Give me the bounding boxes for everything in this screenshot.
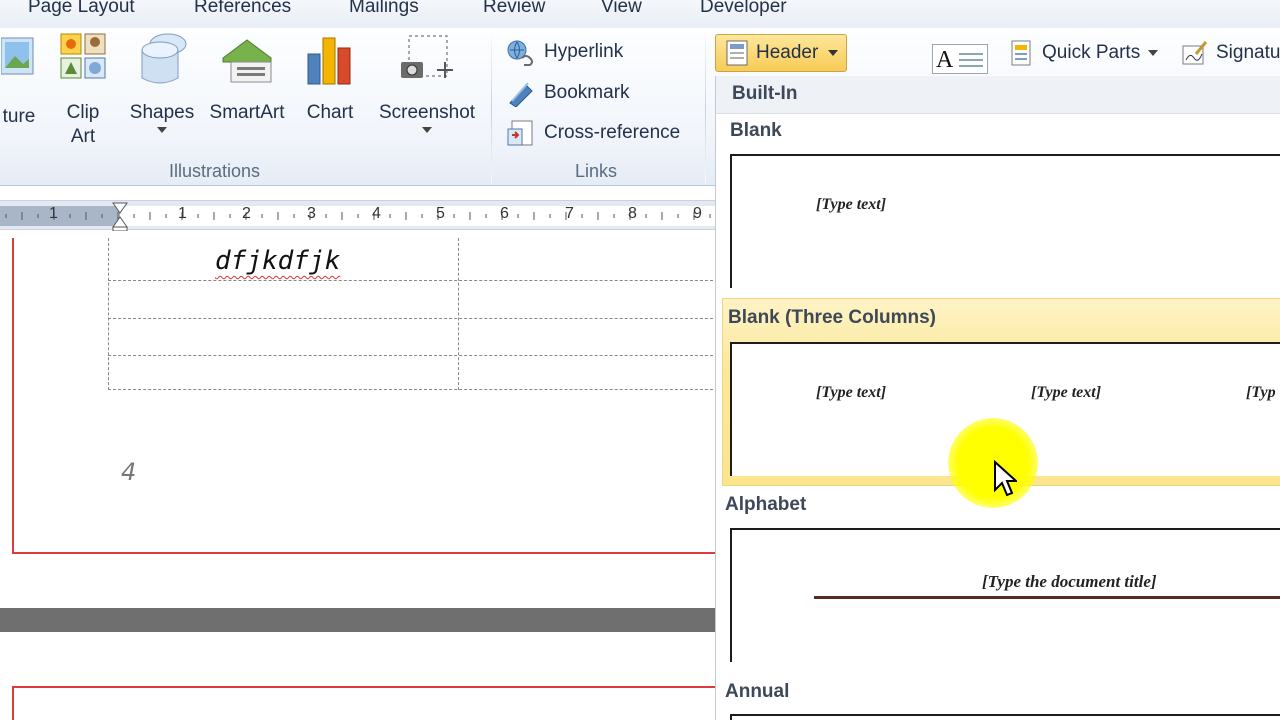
tab-references[interactable]: References (194, 0, 291, 18)
hyperlink-button[interactable]: Hyperlink (506, 37, 623, 67)
document-text[interactable]: dfjkdfjk (215, 246, 340, 276)
chart-label: Chart (306, 102, 354, 123)
picture-icon (0, 37, 34, 75)
tab-view[interactable]: View (601, 0, 642, 18)
hyperlink-icon (507, 40, 533, 66)
cross-reference-icon (507, 120, 533, 146)
page-number: 4 (121, 458, 137, 486)
placeholder-text: [Type text] (816, 384, 887, 401)
table-row-divider (108, 355, 715, 356)
gallery-item-three-columns-title[interactable]: Blank (Three Columns) (728, 307, 936, 329)
cross-reference-button[interactable]: Cross-reference (506, 118, 680, 148)
smartart-icon (222, 39, 272, 83)
group-separator (491, 34, 492, 184)
ruler-label: 9 (693, 205, 702, 222)
table-column-divider (458, 238, 459, 390)
ruler-label-left: 1 (49, 205, 58, 222)
placeholder-title-text: [Type the document title] (982, 572, 1157, 591)
bookmark-label: Bookmark (544, 82, 630, 103)
bookmark-button[interactable]: Bookmark (506, 78, 630, 108)
word-window: Page Layout References Mailings Review V… (0, 0, 1280, 720)
chart-icon (307, 37, 351, 85)
ruler-label: 2 (242, 205, 251, 222)
placeholder-text: [Typ (1246, 384, 1276, 401)
document-area[interactable]: dfjkdfjk 4 (0, 238, 715, 720)
picture-button[interactable]: ture (0, 32, 42, 129)
signature-line-label: Signatu (1216, 42, 1280, 63)
mouse-cursor-icon (994, 460, 1017, 497)
tab-developer[interactable]: Developer (700, 0, 787, 18)
ruler-label: 3 (307, 205, 316, 222)
text-box-glyph: A (936, 47, 954, 73)
signature-line-button[interactable]: Signatu (1182, 38, 1280, 68)
picture-label: ture (2, 106, 36, 127)
ribbon-tab-bar: Page Layout References Mailings Review V… (0, 0, 1280, 28)
tab-page-layout[interactable]: Page Layout (28, 0, 135, 18)
illustrations-group-label: Illustrations (169, 161, 261, 181)
gallery-item-blank-preview[interactable]: [Type text] (730, 154, 1280, 288)
quick-parts-dropdown-arrow-icon (1148, 50, 1159, 56)
table-row-divider (108, 280, 715, 281)
page-gap (0, 608, 715, 632)
horizontal-ruler[interactable]: 1 1 2 3 4 5 6 7 8 9 (0, 200, 715, 232)
header-button[interactable]: Header (715, 34, 847, 72)
tab-review[interactable]: Review (483, 0, 545, 18)
shapes-label: Shapes (129, 102, 195, 123)
clip-art-label: Clip (66, 102, 100, 123)
gallery-item-annual-title[interactable]: Annual (725, 681, 789, 703)
signature-line-icon (1182, 41, 1208, 65)
group-separator-2 (705, 34, 706, 184)
tab-mailings[interactable]: Mailings (349, 0, 419, 18)
smartart-label: SmartArt (209, 102, 285, 123)
screenshot-button[interactable]: Screenshot (372, 32, 482, 133)
table-row-divider (108, 318, 715, 319)
table (108, 238, 715, 390)
ruler-label: 7 (565, 205, 574, 222)
cross-reference-label: Cross-reference (544, 122, 681, 143)
clip-art-button[interactable]: Clip Art (56, 32, 110, 149)
shapes-button[interactable]: Shapes (126, 32, 198, 133)
ruler-label: 1 (178, 205, 187, 222)
links-group-label: Links (575, 161, 618, 181)
screenshot-label: Screenshot (378, 102, 476, 123)
text-box-button[interactable]: A (932, 44, 988, 74)
bookmark-icon (509, 82, 533, 107)
screenshot-icon (401, 35, 453, 78)
screenshot-dropdown-arrow-icon (422, 127, 432, 133)
header-gallery[interactable]: Built-In Blank [Type text] Blank (Three … (715, 76, 1280, 720)
page-border-next (12, 686, 715, 720)
chart-button[interactable]: Chart (300, 32, 360, 125)
gallery-item-blank-title[interactable]: Blank (730, 120, 782, 142)
left-indent-marker (112, 226, 128, 232)
clip-art-label-2: Art (70, 126, 96, 147)
header-icon (726, 40, 748, 66)
quick-parts-label: Quick Parts (1042, 42, 1141, 63)
shapes-dropdown-arrow-icon (157, 127, 167, 133)
ruler-label: 6 (500, 205, 509, 222)
gallery-item-alphabet-preview[interactable]: [Type the document title] (730, 528, 1280, 662)
title-rule (814, 596, 1280, 599)
placeholder-text: [Type text] (1031, 384, 1102, 401)
gallery-section-label: Built-In (732, 83, 798, 104)
header-label: Header (756, 42, 819, 63)
ruler-ticks (0, 202, 715, 232)
placeholder-text: [Type text] (816, 196, 887, 213)
shapes-icon (141, 33, 187, 84)
quick-parts-button[interactable]: Quick Parts (1010, 38, 1159, 68)
gallery-section-header: Built-In (716, 76, 1280, 114)
ruler-label: 5 (436, 205, 445, 222)
hyperlink-label: Hyperlink (544, 41, 624, 62)
ruler-label: 4 (372, 205, 381, 222)
text-lines-icon (959, 53, 983, 55)
quick-parts-icon (1011, 40, 1031, 66)
gallery-item-alphabet-title[interactable]: Alphabet (725, 494, 806, 516)
smartart-button[interactable]: SmartArt (204, 32, 290, 125)
clip-art-icon (60, 33, 106, 79)
ruler-label: 8 (628, 205, 637, 222)
gallery-item-annual-preview[interactable] (730, 714, 1280, 720)
header-dropdown-arrow-icon (828, 50, 839, 56)
